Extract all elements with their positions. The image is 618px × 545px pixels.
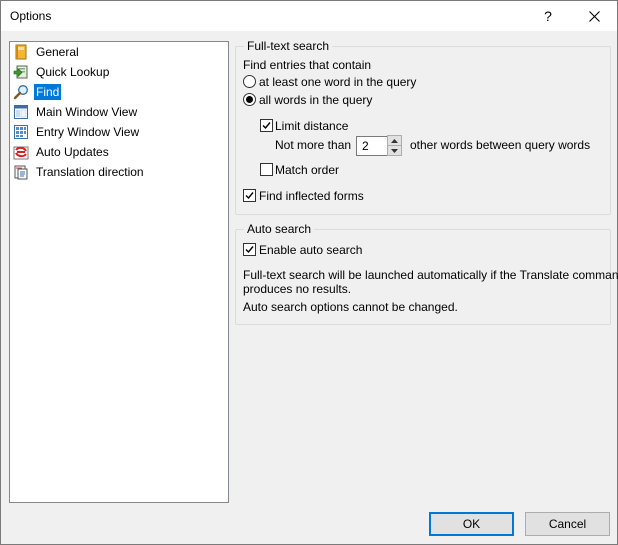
limit-distance-checkbox[interactable] xyxy=(260,119,273,132)
arrow-down-icon xyxy=(391,148,398,153)
match-order-checkbox[interactable] xyxy=(260,163,273,176)
inflected-forms-label[interactable]: Find inflected forms xyxy=(259,189,364,203)
help-button[interactable]: ? xyxy=(525,1,571,31)
auto-search-title: Auto search xyxy=(244,222,315,236)
checkmark-icon xyxy=(245,192,254,200)
auto-search-info-line1: Full-text search will be launched automa… xyxy=(243,268,618,282)
tree-item-find[interactable]: Find xyxy=(13,83,62,101)
magnifier-icon xyxy=(13,85,28,100)
not-more-than-label: Not more than xyxy=(275,138,352,152)
tree-item-general[interactable]: General xyxy=(13,43,81,61)
tree-label-general: General xyxy=(36,45,79,59)
entry-window-icon xyxy=(14,125,28,139)
tree-label-entry-window-view: Entry Window View xyxy=(36,125,140,139)
close-icon xyxy=(588,10,600,22)
auto-search-info-line2: produces no results. xyxy=(243,282,352,296)
tree-label-main-window-view: Main Window View xyxy=(36,105,138,119)
radio-all-words[interactable] xyxy=(243,93,256,106)
ok-button[interactable]: OK xyxy=(429,512,514,536)
tree-item-auto-updates[interactable]: Auto Updates xyxy=(13,143,111,161)
tree-label-translation-direction: Translation direction xyxy=(36,165,144,179)
distance-suffix-label: other words between query words xyxy=(410,138,591,152)
tree-item-main-window-view[interactable]: Main Window View xyxy=(13,103,139,121)
arrow-up-icon xyxy=(391,138,398,143)
quick-lookup-icon xyxy=(13,65,28,79)
match-order-label[interactable]: Match order xyxy=(275,163,339,177)
tree-item-entry-window-view[interactable]: Entry Window View xyxy=(13,123,141,141)
enable-auto-search-checkbox[interactable] xyxy=(243,243,256,256)
spin-down-button[interactable] xyxy=(387,145,402,156)
checkmark-icon xyxy=(262,122,271,130)
options-category-tree[interactable]: General Quick Lookup Find Main Window Vi… xyxy=(9,41,229,503)
window-title: Options xyxy=(10,9,52,23)
title-bar: Options ? xyxy=(1,1,617,31)
find-entries-label: Find entries that contain xyxy=(243,58,372,72)
tree-item-quick-lookup[interactable]: Quick Lookup xyxy=(13,63,111,81)
radio-any-word[interactable] xyxy=(243,75,256,88)
translation-direction-icon xyxy=(14,165,28,180)
auto-search-note: Auto search options cannot be changed. xyxy=(243,300,458,314)
close-button[interactable] xyxy=(571,1,617,31)
radio-all-words-label[interactable]: all words in the query xyxy=(259,93,372,107)
options-dialog: Options ? General Quick Lookup Find Main… xyxy=(0,0,618,545)
tree-label-find: Find xyxy=(34,84,62,100)
fulltext-search-title: Full-text search xyxy=(244,39,333,53)
inflected-forms-checkbox[interactable] xyxy=(243,189,256,202)
auto-updates-icon xyxy=(13,146,29,160)
general-icon xyxy=(15,44,27,60)
enable-auto-search-label[interactable]: Enable auto search xyxy=(259,243,362,257)
cancel-button[interactable]: Cancel xyxy=(525,512,610,536)
checkmark-icon xyxy=(245,246,254,254)
main-window-icon xyxy=(14,105,28,119)
tree-label-quick-lookup: Quick Lookup xyxy=(36,65,110,79)
distance-spinner xyxy=(387,135,402,156)
limit-distance-label[interactable]: Limit distance xyxy=(275,119,348,133)
tree-label-auto-updates: Auto Updates xyxy=(36,145,109,159)
tree-item-translation-direction[interactable]: Translation direction xyxy=(13,163,146,181)
radio-any-word-label[interactable]: at least one word in the query xyxy=(259,75,416,89)
